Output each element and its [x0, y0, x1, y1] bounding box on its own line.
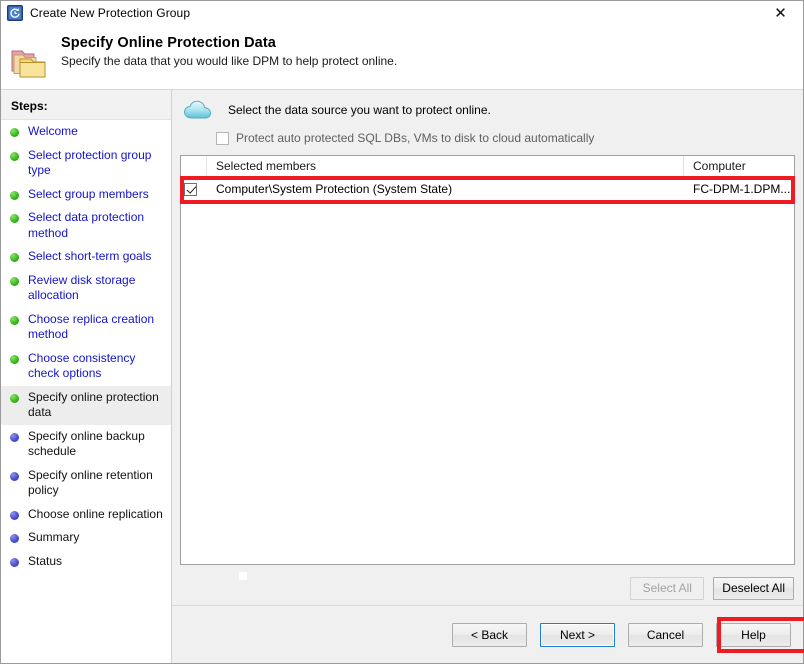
sidebar-step-label: Choose consistency check options — [28, 350, 136, 381]
sidebar-step-label: Choose replica creation method — [28, 311, 155, 342]
step-bullet-icon — [10, 128, 19, 137]
sidebar-step-label: Welcome — [28, 124, 78, 138]
sidebar-step-label: Specify online backup schedule — [28, 428, 145, 459]
folders-icon — [9, 43, 49, 83]
sidebar-step-7[interactable]: Choose consistency check options — [1, 347, 171, 386]
cell-computer: FC-DPM-1.DPM... — [693, 182, 791, 196]
sidebar-step-0[interactable]: Welcome — [1, 120, 171, 144]
list-artifact — [239, 572, 247, 580]
page-title: Specify Online Protection Data — [61, 35, 276, 51]
sidebar-step-5[interactable]: Review disk storage allocation — [1, 269, 171, 308]
step-bullet-icon — [10, 534, 19, 543]
sidebar-step-label: Status — [28, 553, 63, 568]
sidebar-step-10[interactable]: Specify online retention policy — [1, 464, 171, 503]
sidebar-step-label: Select group members — [28, 186, 149, 201]
select-buttons-row: Select All Deselect All — [180, 571, 795, 605]
sidebar-step-11[interactable]: Choose online replication — [1, 503, 171, 527]
sidebar-step-label: Specify online protection data — [28, 389, 159, 420]
back-button[interactable]: < Back — [452, 622, 527, 647]
sidebar-step-label: Select data protection method — [28, 210, 145, 240]
sidebar-step-label: Select short-term goals — [28, 249, 152, 263]
cloud-icon — [183, 98, 217, 122]
step-bullet-icon — [10, 151, 19, 161]
dialog-footer: < Back Next > Cancel Help — [172, 605, 804, 663]
sidebar-step-label: Select protection group type — [28, 147, 152, 178]
selected-members-list[interactable]: Selected members Computer Computer\Syste… — [180, 155, 795, 580]
dpm-recovery-icon — [7, 5, 23, 21]
deselect-all-button[interactable]: Deselect All — [713, 576, 794, 600]
step-bullet-icon — [10, 471, 19, 481]
step-bullet-icon — [10, 354, 19, 364]
list-rows: Computer\System Protection (System State… — [181, 177, 794, 564]
column-header-selected-members[interactable]: Selected members — [207, 156, 684, 176]
auto-protect-label: Protect auto protected SQL DBs, VMs to d… — [236, 131, 595, 145]
step-bullet-icon — [10, 276, 19, 286]
page-subtitle: Specify the data that you would like DPM… — [61, 54, 398, 68]
step-bullet-icon — [10, 393, 19, 403]
step-bullet-icon — [10, 190, 19, 200]
row-checkbox-cell[interactable] — [181, 177, 207, 201]
sidebar-step-8[interactable]: Specify online protection data — [1, 385, 171, 425]
step-bullet-icon — [10, 315, 19, 325]
close-icon[interactable]: ✕ — [758, 1, 803, 25]
sidebar-step-12[interactable]: Summary — [1, 526, 171, 550]
header-text-block: Specify Online Protection Data Specify t… — [61, 31, 397, 68]
steps-heading: Steps: — [1, 90, 171, 120]
step-bullet-icon — [10, 510, 19, 520]
table-row[interactable]: Computer\System Protection (System State… — [181, 177, 794, 201]
sidebar-step-6[interactable]: Choose replica creation method — [1, 308, 171, 347]
sidebar-step-label: Choose online replication — [28, 506, 163, 521]
title-bar: Create New Protection Group ✕ — [1, 1, 803, 25]
cancel-button[interactable]: Cancel — [628, 622, 703, 647]
sidebar-step-label: Specify online retention policy — [28, 467, 153, 498]
step-bullet-icon — [10, 253, 19, 262]
column-header-computer[interactable]: Computer — [684, 156, 794, 176]
step-bullet-icon — [10, 557, 19, 567]
sidebar-step-label: Summary — [28, 530, 80, 544]
auto-protect-checkbox[interactable] — [216, 131, 229, 145]
sidebar-step-label: Review disk storage allocation — [28, 272, 136, 303]
sidebar-step-3[interactable]: Select data protection method — [1, 206, 171, 245]
instruction-text: Select the data source you want to prote… — [228, 103, 491, 117]
steps-list: Welcome Select protection group type Selec… — [1, 120, 171, 573]
step-bullet-icon — [10, 432, 19, 442]
auto-protect-row[interactable]: Protect auto protected SQL DBs, VMs to d… — [216, 131, 795, 145]
window-title: Create New Protection Group — [30, 6, 191, 20]
instruction-row: Select the data source you want to prote… — [180, 98, 795, 122]
main-panel: Select the data source you want to prote… — [172, 90, 804, 663]
step-bullet-icon — [10, 214, 19, 223]
sidebar-step-13[interactable]: Status — [1, 550, 171, 574]
sidebar-step-2[interactable]: Select group members — [1, 183, 171, 207]
dialog-body: Steps: Welcome Select protection group ty… — [1, 89, 804, 663]
list-header: Selected members Computer — [181, 156, 794, 177]
select-all-button[interactable]: Select All — [630, 576, 705, 600]
cell-selected-member: Computer\System Protection (System State… — [216, 182, 453, 196]
sidebar-step-9[interactable]: Specify online backup schedule — [1, 425, 171, 464]
create-protection-group-dialog: Create New Protection Group ✕ Specify On… — [0, 0, 804, 664]
row-checkbox[interactable] — [184, 182, 197, 196]
steps-sidebar: Steps: Welcome Select protection group ty… — [1, 90, 172, 663]
help-button[interactable]: Help — [716, 622, 791, 647]
sidebar-step-1[interactable]: Select protection group type — [1, 144, 171, 183]
page-header: Specify Online Protection Data Specify t… — [1, 25, 803, 89]
sidebar-step-4[interactable]: Select short-term goals — [1, 245, 171, 269]
header-checkbox-cell — [181, 156, 207, 176]
next-button[interactable]: Next > — [540, 622, 615, 647]
